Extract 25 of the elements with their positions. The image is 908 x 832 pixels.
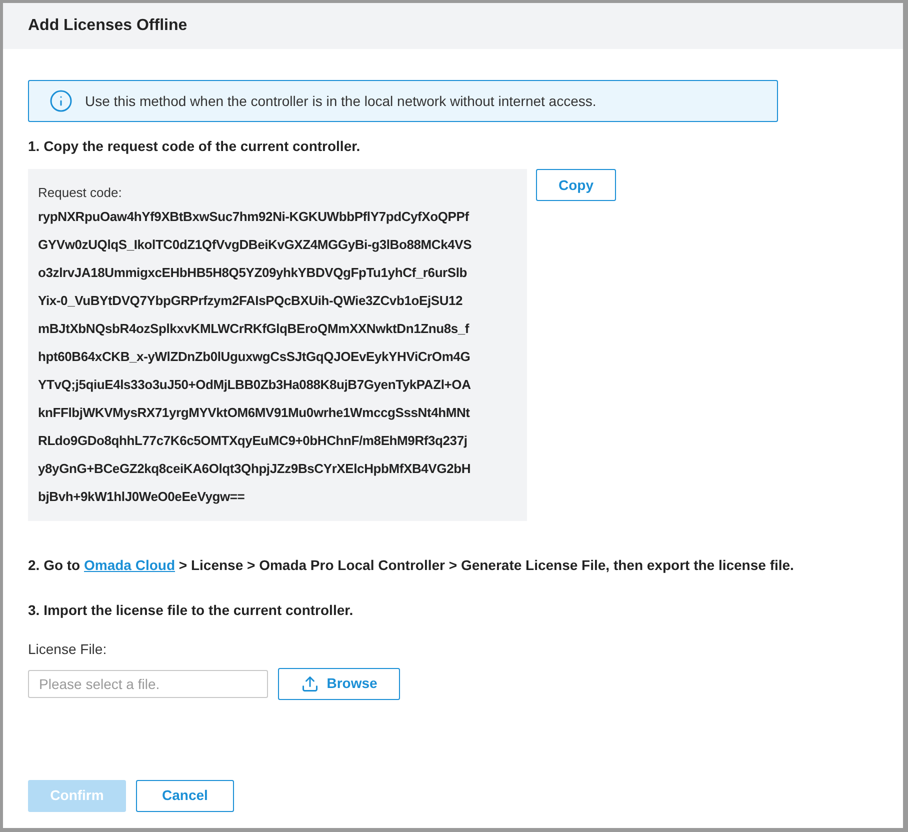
request-code-line: YTvQ;j5qiuE4ls33o3uJ50+OdMjLBB0Zb3Ha088K8ujB7GyenTykPAZl+OA bbox=[38, 376, 472, 394]
omada-cloud-link[interactable]: Omada Cloud bbox=[84, 556, 176, 572]
info-icon bbox=[49, 89, 73, 113]
request-code-line: hpt60B64xCKB_x-yWlZDnZb0lUguxwgCsSJtGqQJOEvEykYHViCrOm4G bbox=[38, 348, 472, 366]
request-code-line: RLdo9GDo8qhhL77c7K6c5OMTXqyEuMC9+0bHChnF/m8EhM9Rf3q237j bbox=[38, 432, 468, 450]
request-code-line: rypNXRpuOaw4hYf9XBtBxwSuc7hm92Ni-KGKUWbbPflY7pdCyfXoQPPf bbox=[38, 208, 470, 226]
copy-button[interactable]: Copy bbox=[536, 169, 616, 201]
cancel-button[interactable]: Cancel bbox=[136, 780, 234, 812]
request-code-label: Request code: bbox=[38, 184, 123, 202]
request-code-line: y8yGnG+BCeGZ2kq8ceiKA6Olqt3QhpjJZz9BsCYrXElcHpbMfXB4VG2bH bbox=[38, 460, 472, 478]
request-code-line: o3zlrvJA18UmmigxcEHbHB5H8Q5YZ09yhkYBDVQgFpTu1yhCf_r6urSlb bbox=[38, 264, 468, 282]
browse-button[interactable]: Browse bbox=[278, 668, 400, 700]
upload-icon bbox=[300, 674, 319, 692]
license-file-label: License File: bbox=[28, 640, 108, 658]
request-code-line: knFFlbjWKVMysRX71yrgMYVktOM6MV91Mu0wrhe1WmccgSssNt4hMNt bbox=[38, 404, 471, 422]
license-file-field[interactable]: Please select a file. bbox=[28, 670, 268, 698]
dialog-title: Add Licenses Offline bbox=[28, 16, 188, 36]
request-code-line: Yix-0_VuBYtDVQ7YbpGRPrfzym2FAIsPQcBXUih-QWie3ZCvb1oEjSU12 bbox=[38, 292, 464, 310]
step-heading: 1. Copy the request code of the current controller. bbox=[28, 137, 362, 156]
request-code-line: bjBvh+9kW1hlJ0WeO0eEeVygw== bbox=[38, 488, 246, 506]
request-code-line: mBJtXbNQsbR4ozSplkxvKMLWCrRKfGlqBEroQMmXXNwktDn1Znu8s_f bbox=[38, 320, 470, 338]
step-instruction: 2. Go to Omada Cloud > License > Omada Pro Local Controller > Generate License File, then export the license file. bbox=[28, 556, 795, 575]
request-code-line: GYVw0zUQlqS_IkolTC0dZ1QfVvgDBeiKvGXZ4MGGyBi-g3lBo88MCk4VS bbox=[38, 236, 473, 254]
info-text: Use this method when the controller is in the local network without internet access. bbox=[85, 92, 596, 110]
step-heading: 3. Import the license file to the current controller. bbox=[28, 600, 354, 620]
